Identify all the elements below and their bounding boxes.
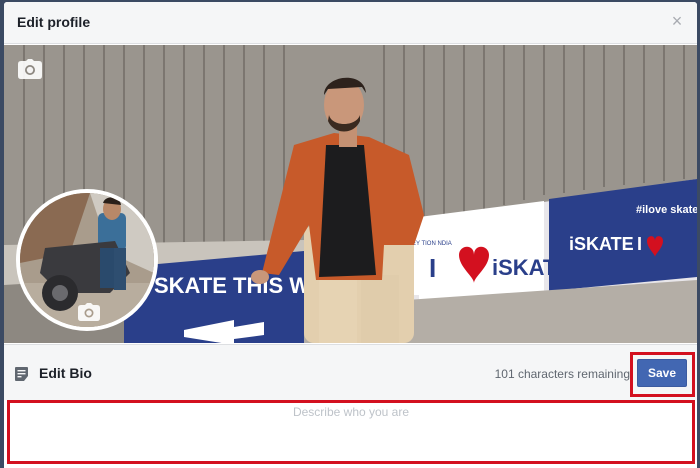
characters-remaining: 101 characters remaining xyxy=(494,367,630,381)
banner-text-iskate-2: iSKATE xyxy=(569,234,634,254)
cover-photo: SKATE THIS WAY I iSKATE iSKATE #ilove sk… xyxy=(4,45,697,343)
note-icon xyxy=(15,367,28,381)
dialog-header: Edit profile × xyxy=(4,2,697,44)
edit-profile-dialog: Edit profile × SKATE THIS WAY I iSKATE i… xyxy=(4,2,697,468)
edit-bio-bar: Edit Bio 101 characters remaining Save xyxy=(4,344,697,400)
edit-bio-label: Edit Bio xyxy=(39,365,92,381)
camera-icon[interactable] xyxy=(78,303,100,321)
dialog-title: Edit profile xyxy=(17,14,91,30)
camera-icon[interactable] xyxy=(18,59,42,79)
save-button[interactable]: Save xyxy=(637,359,687,387)
avatar[interactable] xyxy=(16,189,158,331)
bio-input-highlight xyxy=(7,400,695,464)
banner-text-hashtag: #ilove skate xyxy=(636,204,697,216)
banner-text-i-2: I xyxy=(637,234,642,254)
bio-input[interactable] xyxy=(10,403,692,461)
close-icon[interactable]: × xyxy=(669,12,685,30)
banner-text-i: I xyxy=(429,253,436,283)
